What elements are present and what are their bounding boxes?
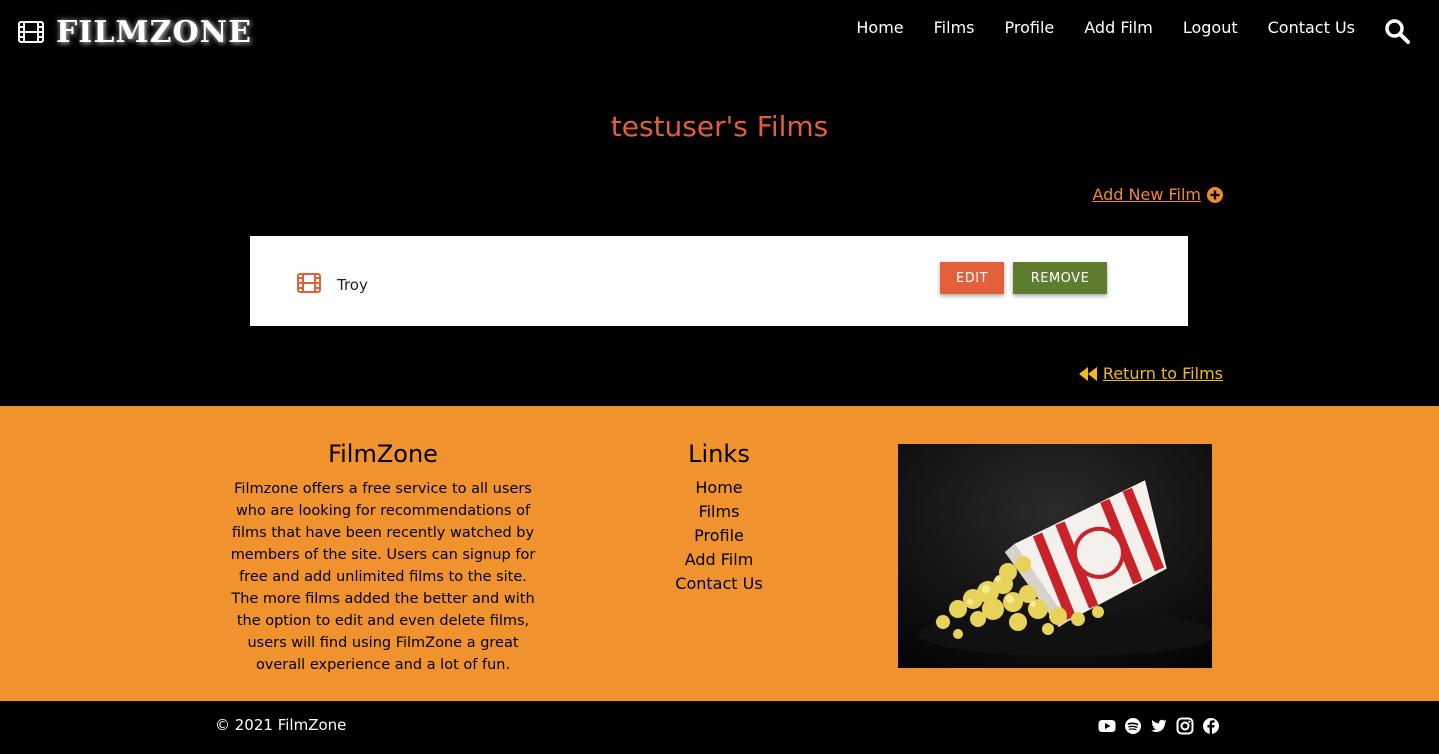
footer-links: Links Home Films Profile Add Film Contac… bbox=[619, 440, 819, 596]
page-title: testuser's Films bbox=[610, 110, 829, 143]
footer-link-contact-us[interactable]: Contact Us bbox=[619, 572, 819, 596]
nav-home[interactable]: Home bbox=[856, 18, 903, 37]
nav-add-film[interactable]: Add Film bbox=[1084, 18, 1153, 37]
instagram-icon[interactable] bbox=[1176, 717, 1194, 735]
return-to-films-link[interactable]: Return to Films bbox=[1078, 364, 1223, 383]
footer-links-title: Links bbox=[688, 440, 750, 468]
nav-links: Home Films Profile Add Film Logout Conta… bbox=[856, 18, 1355, 37]
footer-link-home[interactable]: Home bbox=[619, 476, 819, 500]
film-icon bbox=[297, 273, 321, 293]
facebook-icon[interactable] bbox=[1202, 717, 1220, 735]
footer-link-add-film[interactable]: Add Film bbox=[619, 548, 819, 572]
copyright-text: © 2021 FilmZone bbox=[215, 716, 347, 734]
footer: FilmZone Filmzone offers a free service … bbox=[0, 406, 1439, 701]
youtube-icon[interactable] bbox=[1098, 717, 1116, 735]
popcorn-image bbox=[898, 444, 1212, 668]
film-list-item: Troy EDIT REMOVE bbox=[250, 236, 1188, 326]
footer-link-profile[interactable]: Profile bbox=[619, 524, 819, 548]
remove-button[interactable]: REMOVE bbox=[1013, 262, 1107, 294]
footer-about-text: Filmzone offers a free service to all us… bbox=[230, 481, 536, 673]
nav-contact-us[interactable]: Contact Us bbox=[1268, 18, 1355, 37]
nav-films[interactable]: Films bbox=[934, 18, 975, 37]
backward-icon bbox=[1078, 366, 1097, 381]
add-new-film-link[interactable]: Add New Film bbox=[1092, 185, 1223, 204]
footer-about: FilmZone Filmzone offers a free service … bbox=[225, 440, 541, 676]
film-icon bbox=[18, 21, 44, 43]
brand-name: FILMZONE bbox=[56, 14, 252, 50]
edit-button[interactable]: EDIT bbox=[940, 262, 1004, 294]
nav-logout[interactable]: Logout bbox=[1183, 18, 1238, 37]
bottom-bar: © 2021 FilmZone bbox=[0, 701, 1439, 754]
return-to-films-label: Return to Films bbox=[1102, 364, 1223, 383]
twitter-icon[interactable] bbox=[1150, 717, 1168, 735]
plus-circle-icon bbox=[1207, 186, 1223, 203]
footer-about-title: FilmZone bbox=[328, 440, 438, 468]
navbar: FILMZONE Home Films Profile Add Film Log… bbox=[0, 0, 1439, 62]
social-links bbox=[1098, 717, 1220, 735]
search-icon[interactable] bbox=[1384, 18, 1410, 44]
add-new-film-label: Add New Film bbox=[1092, 185, 1201, 204]
footer-link-films[interactable]: Films bbox=[619, 500, 819, 524]
film-title: Troy bbox=[337, 276, 368, 294]
brand-logo[interactable]: FILMZONE bbox=[18, 12, 252, 52]
nav-profile[interactable]: Profile bbox=[1005, 18, 1055, 37]
spotify-icon[interactable] bbox=[1124, 717, 1142, 735]
